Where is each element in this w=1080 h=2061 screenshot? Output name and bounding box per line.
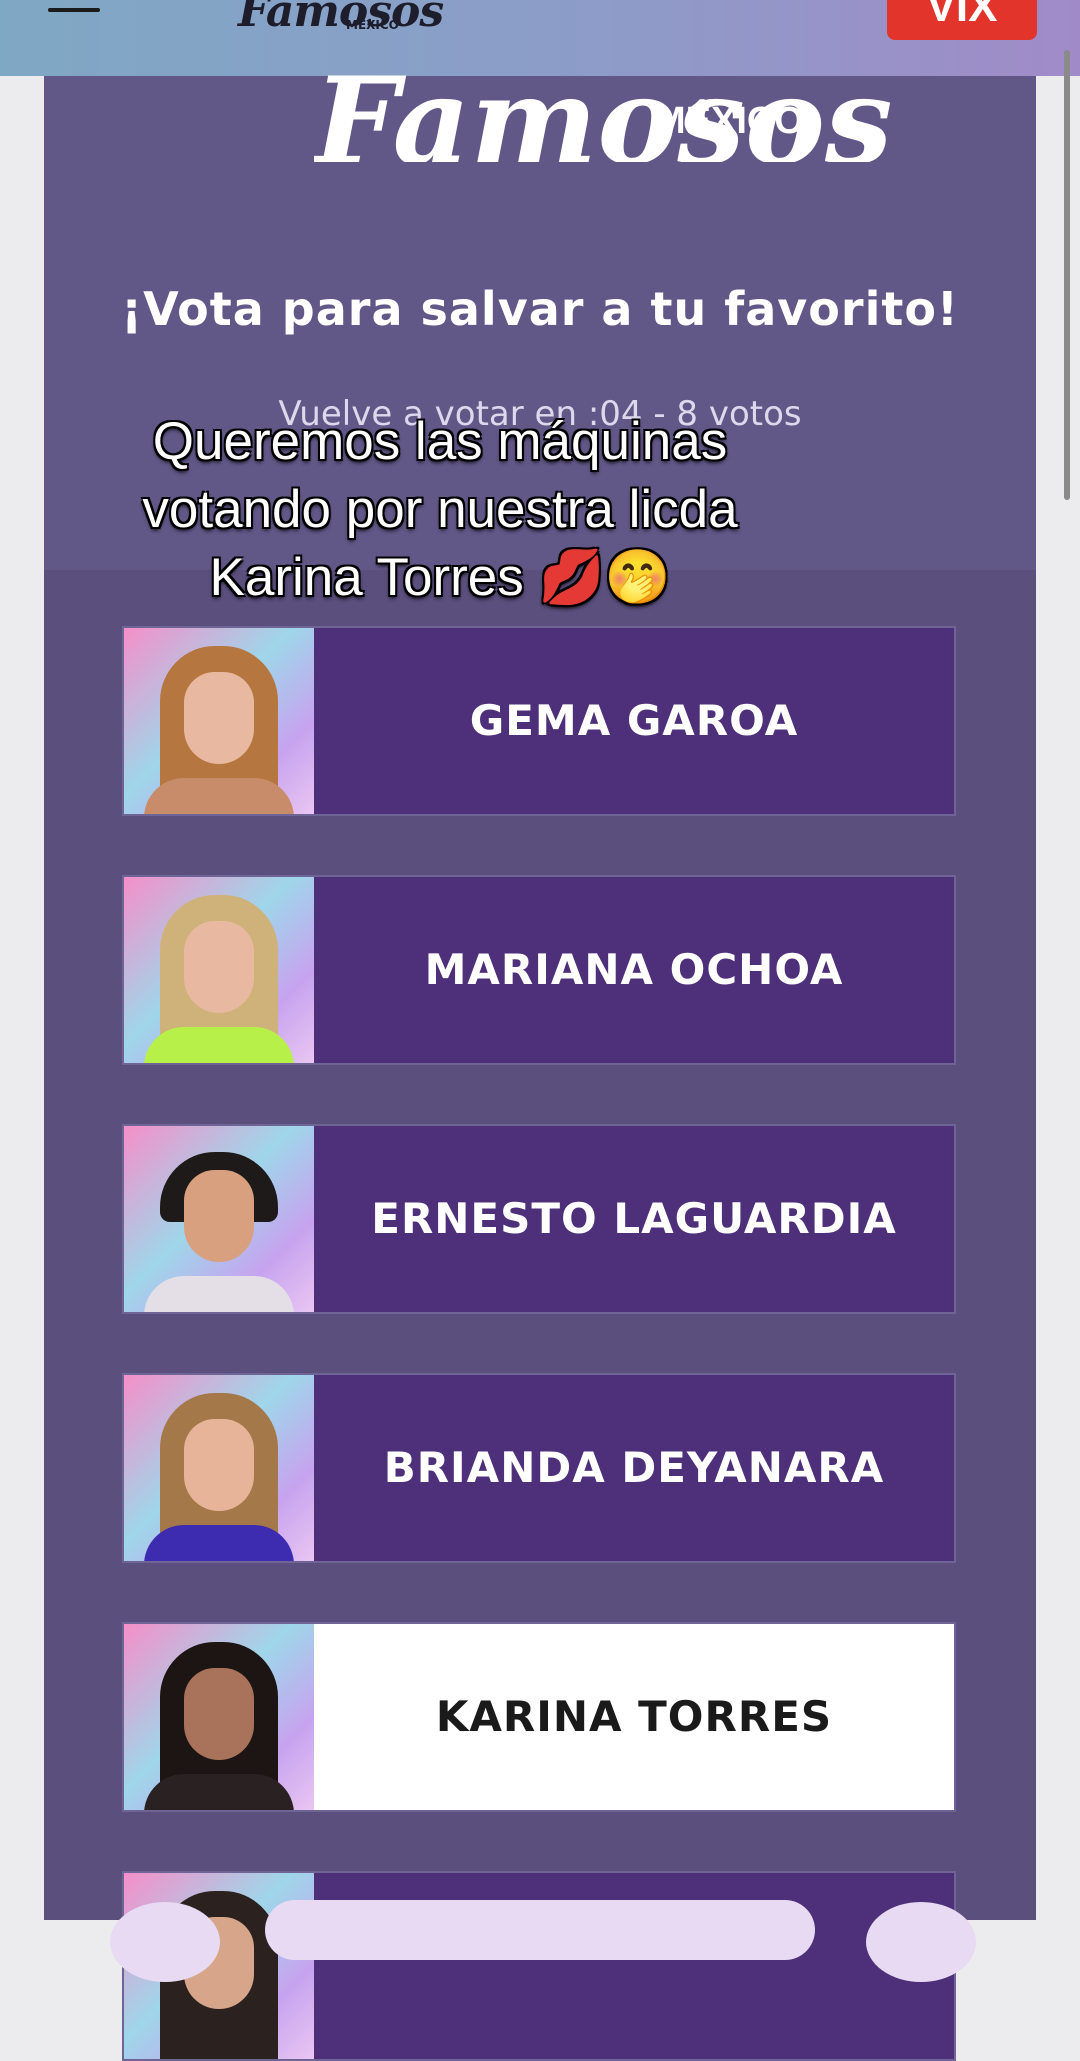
- hamburger-menu-icon[interactable]: [48, 0, 100, 22]
- candidate-photo: [124, 877, 314, 1063]
- candidate-card-ernesto-laguardia[interactable]: ERNESTO LAGUARDIA: [122, 1124, 956, 1314]
- candidate-card-gema-garoa[interactable]: GEMA GAROA: [122, 626, 956, 816]
- candidate-card-karina-torres[interactable]: KARINA TORRES: [122, 1622, 956, 1812]
- panel-logo-subtitle: MÉXICO: [654, 100, 804, 142]
- candidate-name: MARIANA OCHOA: [424, 945, 844, 994]
- bottom-nav-right-button[interactable]: [866, 1902, 976, 1982]
- candidate-name: GEMA GAROA: [469, 696, 799, 745]
- top-navigation-bar: Famosos MÉXICO VIX: [0, 0, 1080, 76]
- bottom-nav-pill[interactable]: [265, 1900, 815, 1960]
- video-caption-overlay: Queremos las máquinas votando por nuestr…: [60, 408, 820, 612]
- bottom-nav-left-button[interactable]: [110, 1902, 220, 1982]
- candidate-card-mariana-ochoa[interactable]: MARIANA OCHOA: [122, 875, 956, 1065]
- famosos-logo-subtitle: MÉXICO: [346, 18, 399, 32]
- vix-button[interactable]: VIX: [887, 0, 1037, 40]
- caption-line-2: votando por nuestra licda: [142, 480, 738, 539]
- candidate-photo: [124, 628, 314, 814]
- candidate-photo: [124, 1126, 314, 1312]
- vote-headline: ¡Vota para salvar a tu favorito!: [121, 282, 959, 336]
- candidate-photo: [124, 1375, 314, 1561]
- candidate-photo: [124, 1624, 314, 1810]
- page-scrollbar[interactable]: [1064, 50, 1070, 500]
- famosos-logo[interactable]: Famosos: [238, 0, 444, 37]
- panel-famosos-logo: Famosos: [314, 72, 893, 162]
- candidate-card-brianda-deyanara[interactable]: BRIANDA DEYANARA: [122, 1373, 956, 1563]
- voting-panel: Famosos MÉXICO ¡Vota para salvar a tu fa…: [44, 72, 1036, 2061]
- candidate-name: ERNESTO LAGUARDIA: [371, 1194, 897, 1243]
- candidate-name: BRIANDA DEYANARA: [383, 1443, 885, 1492]
- caption-line-3: Karina Torres 💋🤭: [209, 548, 671, 607]
- candidate-name: KARINA TORRES: [435, 1692, 833, 1741]
- caption-line-1: Queremos las máquinas: [152, 412, 728, 471]
